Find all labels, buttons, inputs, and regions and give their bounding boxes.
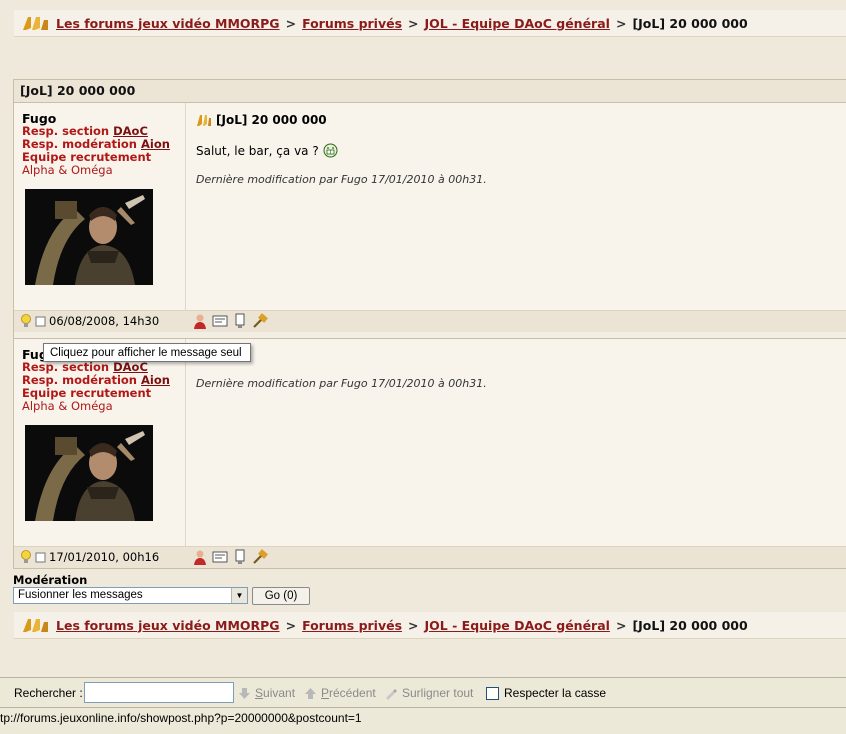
post-footer: 17/01/2010, 00h16 <box>14 546 846 568</box>
lightbulb-icon <box>21 314 31 327</box>
author-roles: Resp. section DAoC Resp. modération Aion… <box>22 361 170 413</box>
find-bar: Rechercher : Suivant Précédent Surligner… <box>0 677 846 708</box>
post-author-panel: Fugo Resp. section DAoC Resp. modération… <box>14 103 186 310</box>
find-highlight-label: Surligner tout <box>402 686 474 700</box>
find-next-button[interactable]: Suivant <box>238 686 295 700</box>
post-edit-note: Dernière modification par Fugo 17/01/201… <box>196 173 487 186</box>
breadcrumb-separator: > <box>615 15 627 31</box>
jol-logo-icon[interactable] <box>20 616 50 634</box>
breadcrumb-separator: > <box>285 15 297 31</box>
breadcrumb-link-mmorpg[interactable]: Les forums jeux vidéo MMORPG <box>56 16 280 31</box>
find-label: Rechercher : <box>14 686 83 700</box>
author-avatar <box>25 425 153 521</box>
private-message-icon[interactable] <box>212 549 228 565</box>
role-link-aion[interactable]: Aion <box>141 373 170 387</box>
post-date: 06/08/2008, 14h30 <box>20 314 159 328</box>
post-body: Dernière modification par Fugo 17/01/201… <box>186 339 846 546</box>
post-body: [JoL] 20 000 000 Salut, le bar, ça va ? … <box>186 103 846 310</box>
tooltip: Cliquez pour afficher le message seul <box>43 343 251 362</box>
chevron-down-icon[interactable]: ▼ <box>231 588 247 603</box>
report-icon[interactable] <box>232 313 248 329</box>
moderate-hammer-icon[interactable] <box>252 549 268 565</box>
find-next-label: uivant <box>263 686 296 700</box>
breadcrumb-link-daoc[interactable]: JOL - Equipe DAoC général <box>425 618 610 633</box>
breadcrumb-separator: > <box>408 15 419 31</box>
go-button[interactable]: Go (0) <box>252 587 310 605</box>
breadcrumb-separator: > <box>285 617 297 633</box>
moderation-selected: Fusionner les messages <box>18 589 143 601</box>
find-next-key: S <box>255 686 264 700</box>
breadcrumb-link-daoc[interactable]: JOL - Equipe DAoC général <box>425 16 610 31</box>
post-link-icon[interactable] <box>35 552 46 563</box>
breadcrumb-link-mmorpg[interactable]: Les forums jeux vidéo MMORPG <box>56 618 280 633</box>
breadcrumb-link-private[interactable]: Forums privés <box>302 618 402 633</box>
status-bar: tp://forums.jeuxonline.info/showpost.php… <box>0 707 846 734</box>
post-message: Salut, le bar, ça va ? <box>196 144 319 158</box>
find-previous-key: P <box>321 686 330 700</box>
post-date-text: 06/08/2008, 14h30 <box>49 314 160 328</box>
match-case-label: Respecter la casse <box>504 686 607 700</box>
post-edit-note: Dernière modification par Fugo 17/01/201… <box>196 377 487 390</box>
post: Fugo Resp. section DAoC Resp. modération… <box>14 103 846 332</box>
author-guild: Alpha & Oméga <box>22 399 113 413</box>
find-previous-label: récédent <box>329 686 376 700</box>
role-label: Resp. modération <box>22 137 137 151</box>
role-link-daoc[interactable]: DAoC <box>113 360 148 374</box>
role-label: Resp. section <box>22 124 110 138</box>
forum-page: Les forums jeux vidéo MMORPG > Forums pr… <box>0 0 846 677</box>
profile-icon[interactable] <box>192 313 208 329</box>
find-input[interactable] <box>84 682 234 703</box>
post-author-panel: Fugo Resp. section DAoC Resp. modération… <box>14 339 186 546</box>
post-tools <box>192 549 268 565</box>
moderation-select[interactable]: Fusionner les messages ▼ <box>13 587 248 604</box>
role-label: Resp. modération <box>22 373 137 387</box>
lightbulb-icon <box>21 550 31 563</box>
private-message-icon[interactable] <box>212 313 228 329</box>
smiley-grin-icon <box>323 143 338 158</box>
breadcrumb-link-private[interactable]: Forums privés <box>302 16 402 31</box>
breadcrumb-current: [JoL] 20 000 000 <box>632 15 748 31</box>
arrow-down-icon <box>239 687 250 699</box>
post-title-text: [JoL] 20 000 000 <box>216 113 327 127</box>
author-guild: Alpha & Oméga <box>22 163 113 177</box>
breadcrumb-separator: > <box>408 617 419 633</box>
breadcrumb-bottom: Les forums jeux vidéo MMORPG > Forums pr… <box>14 612 846 639</box>
role-link-aion[interactable]: Aion <box>141 137 170 151</box>
post-footer: 06/08/2008, 14h30 <box>14 310 846 332</box>
post-tools <box>192 313 268 329</box>
post: Fugo Resp. section DAoC Resp. modération… <box>14 338 846 568</box>
post-date: 17/01/2010, 00h16 <box>20 550 159 564</box>
report-icon[interactable] <box>232 549 248 565</box>
post-icon <box>197 115 211 126</box>
status-url: tp://forums.jeuxonline.info/showpost.php… <box>0 711 362 725</box>
arrow-up-icon <box>305 687 316 699</box>
breadcrumb-separator: > <box>615 617 627 633</box>
post-date-text: 17/01/2010, 00h16 <box>49 550 160 564</box>
moderate-hammer-icon[interactable] <box>252 313 268 329</box>
post-link-icon[interactable] <box>35 316 46 327</box>
moderation-label: Modération <box>13 573 88 587</box>
jol-logo-icon[interactable] <box>20 14 50 32</box>
checkbox-box[interactable] <box>486 686 499 700</box>
find-previous-button[interactable]: Précédent <box>304 686 376 700</box>
author-avatar <box>25 189 153 285</box>
author-roles: Resp. section DAoC Resp. modération Aion… <box>22 125 170 177</box>
highlighter-icon <box>386 688 397 700</box>
find-highlight-button[interactable]: Surligner tout <box>384 686 473 700</box>
match-case-checkbox[interactable]: Respecter la casse <box>486 686 606 700</box>
role-label: Resp. section <box>22 360 110 374</box>
role-link-daoc[interactable]: DAoC <box>113 124 148 138</box>
post-title: [JoL] 20 000 000 <box>196 113 327 127</box>
profile-icon[interactable] <box>192 549 208 565</box>
post-text: Salut, le bar, ça va ? <box>196 143 338 158</box>
breadcrumb-current: [JoL] 20 000 000 <box>632 617 748 633</box>
breadcrumb-top: Les forums jeux vidéo MMORPG > Forums pr… <box>14 10 846 37</box>
thread-title: [JoL] 20 000 000 <box>14 80 846 103</box>
thread-container: [JoL] 20 000 000 Fugo Resp. section DAoC… <box>13 79 846 569</box>
